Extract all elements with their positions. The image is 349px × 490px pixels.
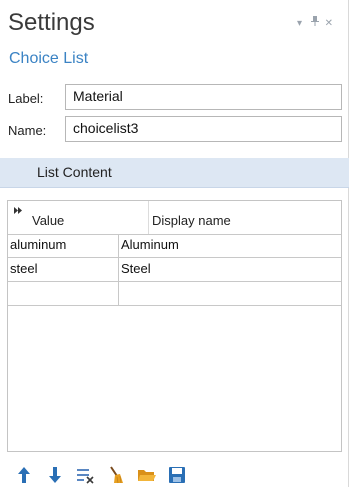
cell-display-name[interactable]: Steel [119, 258, 341, 281]
cell-value[interactable]: aluminum [8, 234, 118, 257]
move-up-button[interactable] [14, 465, 34, 485]
load-from-file-icon [138, 470, 156, 481]
label-input[interactable]: Material [65, 84, 342, 110]
list-content-section-header[interactable]: List Content [0, 158, 349, 188]
column-header-label: Display name [152, 213, 231, 228]
cell-display-name[interactable]: Aluminum [119, 234, 341, 257]
cell-value[interactable]: steel [8, 258, 118, 281]
name-field-label: Name: [8, 123, 47, 138]
load-from-file-button[interactable] [137, 465, 157, 485]
expand-columns-icon[interactable] [14, 207, 23, 214]
table-row-empty[interactable] [8, 282, 341, 306]
table-row[interactable]: steel Steel [8, 258, 341, 282]
column-header-label: Value [32, 213, 65, 228]
name-input[interactable]: choicelist3 [65, 116, 342, 142]
window-controls: ▾ ✕ [297, 16, 336, 29]
column-header-display-name[interactable]: Display name [149, 201, 341, 234]
choice-table: Value Display name aluminum Aluminum ste… [7, 200, 342, 452]
move-down-icon [49, 467, 61, 483]
pin-icon[interactable] [310, 16, 325, 29]
delete-icon [77, 469, 94, 484]
delete-button[interactable] [75, 465, 95, 485]
section-title: List Content [37, 164, 112, 180]
save-to-file-button[interactable] [167, 465, 187, 485]
window-title: Settings [8, 9, 95, 36]
close-icon[interactable]: ✕ [325, 18, 336, 29]
save-to-file-icon [169, 467, 185, 483]
move-up-icon [18, 467, 30, 483]
table-header: Value Display name [8, 201, 341, 235]
table-row[interactable]: aluminum Aluminum [8, 234, 341, 258]
cell-display-name[interactable] [119, 282, 341, 305]
section-subtitle: Choice List [9, 50, 89, 67]
clear-table-button[interactable] [106, 465, 126, 485]
cell-value[interactable] [8, 282, 118, 305]
settings-pane: Settings ▾ ✕ Choice List Label: Material… [0, 0, 349, 487]
clear-table-icon [110, 466, 123, 484]
dropdown-arrow-icon[interactable]: ▾ [297, 18, 305, 29]
label-field-label: Label: [8, 91, 44, 106]
move-down-button[interactable] [45, 465, 65, 485]
column-header-value[interactable]: Value [8, 201, 148, 234]
